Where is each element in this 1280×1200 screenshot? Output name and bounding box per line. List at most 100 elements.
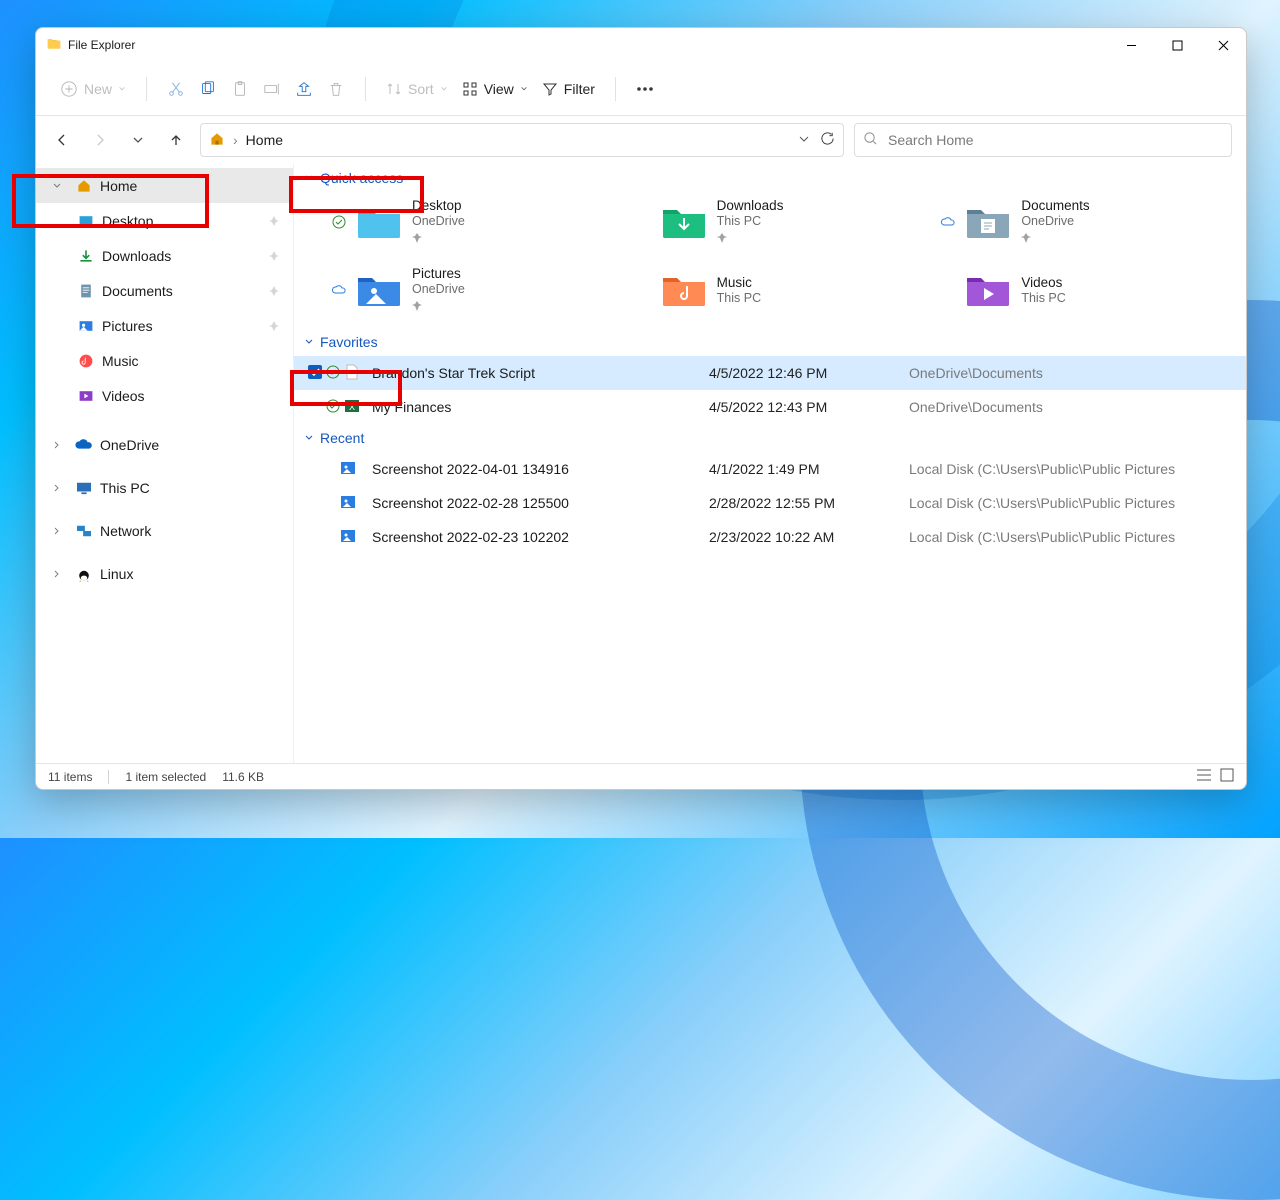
svg-text:X: X <box>349 402 355 412</box>
sidebar-item-home[interactable]: Home <box>36 168 293 203</box>
share-button[interactable] <box>289 71 319 107</box>
sidebar-item-music[interactable]: Music <box>36 343 293 378</box>
home-icon <box>74 178 94 194</box>
sidebar-item-label: Home <box>100 178 293 194</box>
maximize-button[interactable] <box>1154 28 1200 62</box>
search-icon <box>863 131 878 149</box>
sidebar-item-network[interactable]: Network <box>36 513 293 548</box>
quick-access-documents[interactable]: Documents OneDrive <box>941 198 1236 246</box>
pin-icon <box>412 230 465 246</box>
cloud-icon <box>332 285 346 295</box>
pin-icon <box>412 298 465 314</box>
sidebar-item-thispc[interactable]: This PC <box>36 470 293 505</box>
sidebar-item-documents[interactable]: Documents <box>36 273 293 308</box>
chevron-right-icon[interactable] <box>46 569 68 579</box>
search-input[interactable] <box>886 131 1223 149</box>
sync-ok-icon <box>332 215 346 229</box>
sidebar-item-desktop[interactable]: Desktop <box>36 203 293 238</box>
nav-recent-button[interactable] <box>124 124 152 156</box>
documents-icon <box>76 283 96 299</box>
quick-access-desktop[interactable]: Desktop OneDrive <box>332 198 627 246</box>
breadcrumb-home[interactable]: Home <box>246 132 283 148</box>
qa-name: Documents <box>1021 198 1089 213</box>
refresh-button[interactable] <box>820 131 835 149</box>
main-content: Quick access Desktop OneDrive <box>294 164 1246 763</box>
nav-up-button[interactable] <box>162 124 190 156</box>
more-button[interactable] <box>630 71 660 107</box>
qa-name: Music <box>717 275 761 290</box>
search-box[interactable] <box>854 123 1232 157</box>
recent-row-1[interactable]: Screenshot 2022-02-28 125500 2/28/2022 1… <box>294 486 1246 520</box>
chevron-right-icon[interactable] <box>46 440 68 450</box>
sidebar-item-linux[interactable]: Linux <box>36 556 293 591</box>
download-icon <box>76 248 96 264</box>
file-location: OneDrive\Documents <box>909 365 1246 381</box>
sidebar-item-downloads[interactable]: Downloads <box>36 238 293 273</box>
excel-icon: X <box>344 398 360 417</box>
titlebar: File Explorer <box>36 28 1246 62</box>
details-view-button[interactable] <box>1196 768 1212 785</box>
qa-sub: OneDrive <box>412 214 465 228</box>
new-label: New <box>84 81 112 97</box>
sidebar-item-label: OneDrive <box>100 437 293 453</box>
folder-icon <box>46 36 62 55</box>
favorite-row-1[interactable]: X My Finances 4/5/2022 12:43 PM OneDrive… <box>294 390 1246 424</box>
sidebar-item-label: Videos <box>102 388 293 404</box>
sidebar-item-videos[interactable]: Videos <box>36 378 293 413</box>
chevron-right-icon[interactable] <box>46 483 68 493</box>
rename-button[interactable] <box>257 71 287 107</box>
delete-button[interactable] <box>321 71 351 107</box>
thumbnails-view-button[interactable] <box>1220 768 1234 785</box>
section-label: Quick access <box>320 170 403 186</box>
recent-row-2[interactable]: Screenshot 2022-02-23 102202 2/23/2022 1… <box>294 520 1246 554</box>
quick-access-videos[interactable]: Videos This PC <box>941 266 1236 314</box>
file-location: Local Disk (C:\Users\Public\Public Pictu… <box>909 529 1246 545</box>
favorite-row-0[interactable]: Brandon's Star Trek Script 4/5/2022 12:4… <box>294 356 1246 390</box>
file-explorer-window: File Explorer New <box>35 27 1247 790</box>
view-label: View <box>484 81 514 97</box>
chevron-down-icon[interactable] <box>46 181 68 191</box>
section-quick-access[interactable]: Quick access <box>294 164 1246 192</box>
minimize-button[interactable] <box>1108 28 1154 62</box>
nav-back-button[interactable] <box>48 124 76 156</box>
close-button[interactable] <box>1200 28 1246 62</box>
paste-button[interactable] <box>225 71 255 107</box>
section-label: Recent <box>320 430 364 446</box>
chevron-right-icon[interactable] <box>46 526 68 536</box>
sync-ok-icon <box>326 399 340 416</box>
image-icon <box>340 460 356 479</box>
sidebar-item-onedrive[interactable]: OneDrive <box>36 427 293 462</box>
file-location: Local Disk (C:\Users\Public\Public Pictu… <box>909 495 1246 511</box>
quick-access-music[interactable]: Music This PC <box>637 266 932 314</box>
section-favorites[interactable]: Favorites <box>294 328 1246 356</box>
filter-label: Filter <box>564 81 595 97</box>
quick-access-downloads[interactable]: Downloads This PC <box>637 198 932 246</box>
sort-button[interactable]: Sort <box>380 71 454 107</box>
sidebar-item-label: Network <box>100 523 293 539</box>
copy-button[interactable] <box>193 71 223 107</box>
home-icon <box>209 131 225 150</box>
onedrive-icon <box>74 439 94 451</box>
file-date: 2/28/2022 12:55 PM <box>709 495 909 511</box>
quick-access-pictures[interactable]: Pictures OneDrive <box>332 266 627 314</box>
music-icon <box>76 353 96 369</box>
filter-button[interactable]: Filter <box>536 71 601 107</box>
qa-sub: This PC <box>717 291 761 305</box>
qa-name: Videos <box>1021 275 1065 290</box>
videos-icon <box>76 388 96 404</box>
view-button[interactable]: View <box>456 71 534 107</box>
cut-button[interactable] <box>161 71 191 107</box>
sidebar-item-pictures[interactable]: Pictures <box>36 308 293 343</box>
network-icon <box>74 524 94 538</box>
recent-row-0[interactable]: Screenshot 2022-04-01 134916 4/1/2022 1:… <box>294 452 1246 486</box>
file-name: Screenshot 2022-02-23 102202 <box>372 529 709 545</box>
breadcrumb-chevron-icon[interactable] <box>798 132 810 148</box>
file-name: Screenshot 2022-04-01 134916 <box>372 461 709 477</box>
nav-forward-button[interactable] <box>86 124 114 156</box>
file-location: Local Disk (C:\Users\Public\Public Pictu… <box>909 461 1246 477</box>
new-button[interactable]: New <box>54 71 132 107</box>
address-bar[interactable]: › Home <box>200 123 844 157</box>
file-date: 2/23/2022 10:22 AM <box>709 529 909 545</box>
checkbox-checked-icon[interactable] <box>308 365 322 382</box>
section-recent[interactable]: Recent <box>294 424 1246 452</box>
